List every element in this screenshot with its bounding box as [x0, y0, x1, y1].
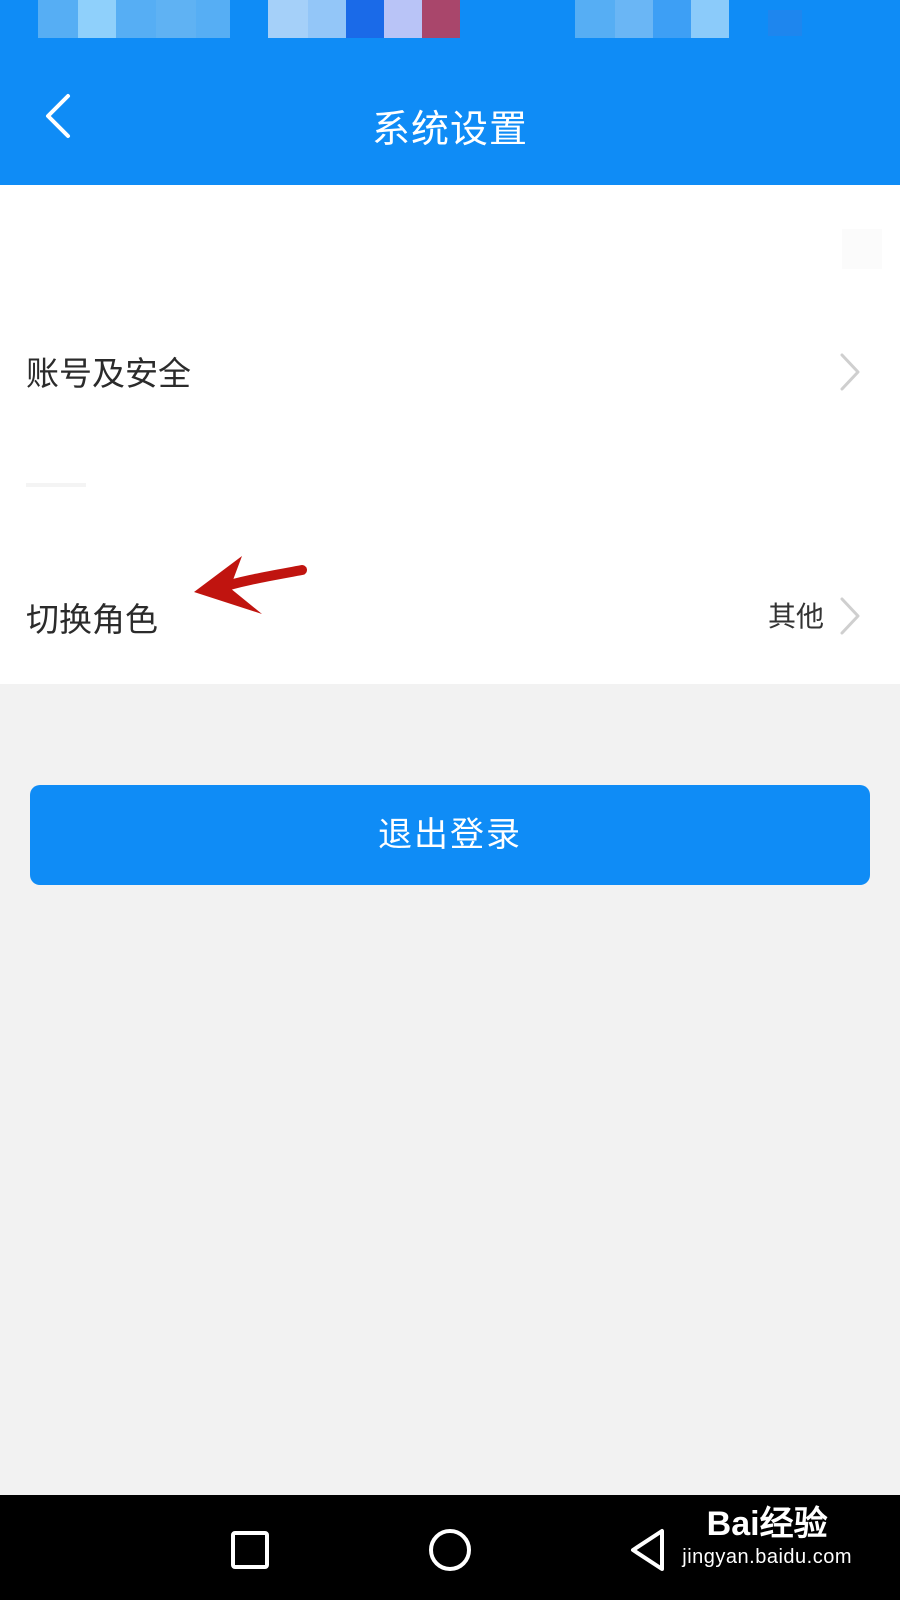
- status-bar-pixel: [156, 0, 196, 38]
- status-bar-pixel: [691, 0, 729, 38]
- back-nav-button[interactable]: [620, 1520, 680, 1580]
- screen: 系统设置 账号及安全 切换角色 其他 退出登录 Bai经验 jingyan.ba…: [0, 0, 900, 1600]
- settings-item-switch-role[interactable]: 切换角色 其他: [0, 563, 900, 683]
- status-bar-pixel: [116, 0, 156, 38]
- status-bar-pixel: [268, 0, 308, 38]
- circle-home-icon: [429, 1529, 471, 1571]
- annotation-arrow-icon: [194, 556, 307, 614]
- watermark: Bai经验 jingyan.baidu.com: [682, 1503, 852, 1569]
- triangle-back-icon: [631, 1529, 664, 1571]
- logout-button[interactable]: 退出登录: [30, 785, 870, 885]
- watermark-url: jingyan.baidu.com: [682, 1546, 852, 1568]
- status-bar-pixel: [575, 0, 615, 38]
- watermark-logo: Bai经验: [706, 1505, 828, 1543]
- settings-item-label: 账号及安全: [26, 354, 191, 393]
- settings-item-value: 其他: [767, 600, 824, 633]
- settings-item-account-security[interactable]: 账号及安全: [0, 313, 900, 433]
- page-title: 系统设置: [371, 107, 528, 151]
- home-button[interactable]: [420, 1520, 480, 1580]
- faint-mark: [842, 229, 882, 269]
- status-bar-pixel: [653, 0, 691, 38]
- status-bar-pixel: [384, 0, 422, 38]
- navigation-bar: Bai经验 jingyan.baidu.com: [0, 1495, 900, 1600]
- settings-item-label: 切换角色: [26, 600, 158, 639]
- status-bar-pixel: [78, 0, 116, 38]
- settings-list: 账号及安全 切换角色 其他: [0, 185, 900, 684]
- status-bar-pixel: [768, 10, 802, 36]
- status-bar-pixel: [615, 0, 653, 38]
- chevron-right-icon: [840, 597, 860, 635]
- status-bar-pixel: [196, 0, 230, 38]
- status-bar: [0, 0, 900, 50]
- status-bar-pixel: [422, 0, 460, 38]
- status-bar-pixel: [308, 0, 346, 38]
- status-bar-pixel: [346, 0, 384, 38]
- square-recent-apps-icon: [231, 1531, 269, 1569]
- status-bar-pixel: [38, 0, 78, 38]
- chevron-right-icon: [840, 353, 860, 391]
- recent-apps-button[interactable]: [220, 1520, 280, 1580]
- app-header: 系统设置: [0, 50, 900, 185]
- faint-divider: [26, 483, 86, 487]
